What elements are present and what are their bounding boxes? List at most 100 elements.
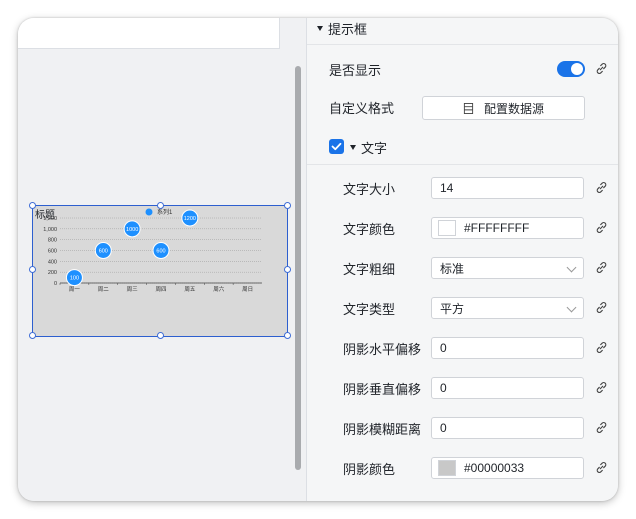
data-label: 100 bbox=[70, 276, 79, 282]
x-tick-label: 周五 bbox=[184, 286, 196, 293]
resize-handle-tr[interactable] bbox=[284, 202, 291, 209]
shadow-y-input[interactable]: 0 bbox=[431, 377, 584, 399]
y-tick-label: 400 bbox=[48, 259, 57, 265]
link-icon[interactable] bbox=[595, 421, 608, 434]
shadow-blur-row: 阴影模糊距离 bbox=[343, 420, 422, 437]
font-color-row: 文字颜色 bbox=[343, 220, 396, 237]
x-tick-label: 周日 bbox=[242, 286, 253, 293]
canvas-scrollbar[interactable] bbox=[295, 66, 301, 470]
color-swatch[interactable] bbox=[438, 460, 456, 476]
font-type-select[interactable]: 平方 bbox=[431, 297, 584, 319]
link-icon[interactable] bbox=[595, 181, 608, 194]
chart-plot-area: 1,200 1,000 800 600 400 200 0 周一 周二 周三 周四 周五 周六 周日 100… bbox=[43, 209, 262, 293]
font-type-label: 文字类型 bbox=[343, 301, 396, 317]
y-tick-label: 200 bbox=[48, 270, 57, 276]
chevron-down-icon bbox=[566, 302, 577, 313]
scatter-chart: 标题 系列1 1,2001,0008006004002000周一 周二 周三 周四 周五… bbox=[35, 208, 262, 293]
resize-handle-bl[interactable] bbox=[29, 332, 36, 339]
chart-widget[interactable]: 标题 系列1 1,200 1,000 800 600 400 200 0 周一 周二 周三 周四 周五… bbox=[29, 202, 291, 339]
y-tick-label: 600 bbox=[48, 249, 57, 255]
link-icon[interactable] bbox=[595, 461, 608, 474]
show-toggle[interactable] bbox=[557, 61, 585, 77]
canvas-top-card[interactable] bbox=[18, 18, 280, 49]
resize-handle-br[interactable] bbox=[284, 332, 291, 339]
font-weight-value: 标准 bbox=[440, 261, 465, 276]
font-type-row: 文字类型 bbox=[343, 300, 396, 317]
y-tick-label: 1,000 bbox=[43, 227, 57, 233]
link-icon[interactable] bbox=[595, 341, 608, 354]
tooltip-section-header[interactable]: 提示框 bbox=[317, 18, 367, 38]
link-icon[interactable] bbox=[595, 301, 608, 314]
canvas-area[interactable]: 标题 系列1 1,200 1,000 800 600 400 200 0 周一 周二 周三 周四 周五… bbox=[18, 18, 306, 501]
x-tick-label: 周一 bbox=[69, 286, 81, 293]
y-tick-label: 800 bbox=[48, 238, 57, 244]
resize-handle-tl[interactable] bbox=[29, 202, 36, 209]
font-weight-select[interactable]: 标准 bbox=[431, 257, 584, 279]
x-tick-label: 周六 bbox=[213, 285, 225, 293]
shadow-x-value: 0 bbox=[440, 341, 447, 355]
configure-datasource-button[interactable]: 配置数据源 bbox=[422, 96, 585, 120]
color-swatch[interactable] bbox=[438, 220, 456, 236]
divider bbox=[307, 164, 618, 165]
shadow-blur-input[interactable]: 0 bbox=[431, 417, 584, 439]
resize-handle-t[interactable] bbox=[157, 202, 164, 209]
data-label: 600 bbox=[99, 249, 108, 255]
legend-label: 系列1 bbox=[157, 208, 173, 216]
resize-handle-l[interactable] bbox=[29, 266, 36, 273]
y-tick-label: 1,200 bbox=[43, 216, 57, 222]
custom-format-row: 自定义格式 bbox=[329, 99, 395, 116]
shadow-blur-value: 0 bbox=[440, 421, 447, 435]
shadow-y-value: 0 bbox=[440, 381, 447, 395]
check-icon bbox=[331, 142, 342, 151]
data-label: 1000 bbox=[126, 227, 138, 233]
text-section-title: 文字 bbox=[361, 140, 388, 156]
link-icon[interactable] bbox=[595, 381, 608, 394]
shadow-color-input[interactable]: #00000033 bbox=[431, 457, 584, 479]
show-label: 是否显示 bbox=[329, 62, 382, 78]
link-icon[interactable] bbox=[595, 221, 608, 234]
font-weight-row: 文字粗细 bbox=[343, 260, 396, 277]
x-tick-label: 周四 bbox=[155, 286, 166, 293]
show-row: 是否显示 bbox=[329, 61, 382, 78]
resize-handle-b[interactable] bbox=[157, 332, 164, 339]
property-panel: 提示框 是否显示 自定义格式 配置数据源 文字 文字大小 14 文字颜色 #FF… bbox=[307, 18, 618, 501]
text-checkbox[interactable] bbox=[329, 139, 344, 154]
x-tick-label: 周三 bbox=[127, 286, 139, 293]
font-size-value: 14 bbox=[440, 181, 454, 195]
chevron-down-icon bbox=[566, 262, 577, 273]
font-color-value: #FFFFFFFF bbox=[464, 221, 530, 235]
custom-format-label: 自定义格式 bbox=[329, 100, 395, 116]
font-size-input[interactable]: 14 bbox=[431, 177, 584, 199]
shadow-color-value: #00000033 bbox=[464, 461, 525, 475]
data-label: 1200 bbox=[184, 216, 196, 222]
table-icon bbox=[463, 102, 474, 114]
caret-down-icon bbox=[317, 25, 323, 31]
shadow-y-row: 阴影垂直偏移 bbox=[343, 380, 422, 397]
font-size-label: 文字大小 bbox=[343, 181, 396, 197]
font-color-input[interactable]: #FFFFFFFF bbox=[431, 217, 584, 239]
shadow-x-row: 阴影水平偏移 bbox=[343, 340, 422, 357]
x-tick-label: 周二 bbox=[98, 286, 110, 293]
y-tick-label: 0 bbox=[54, 281, 57, 287]
shadow-color-row: 阴影颜色 bbox=[343, 460, 395, 477]
font-size-row: 文字大小 bbox=[343, 180, 396, 197]
link-icon[interactable] bbox=[595, 261, 608, 274]
toggle-knob bbox=[571, 63, 583, 75]
divider bbox=[307, 44, 618, 45]
legend-marker bbox=[145, 208, 153, 216]
font-weight-label: 文字粗细 bbox=[343, 261, 396, 277]
caret-down-icon bbox=[350, 144, 356, 150]
shadow-blur-label: 阴影模糊距离 bbox=[343, 421, 422, 437]
font-color-label: 文字颜色 bbox=[343, 221, 396, 237]
data-label: 600 bbox=[156, 249, 165, 255]
shadow-x-input[interactable]: 0 bbox=[431, 337, 584, 359]
resize-handle-r[interactable] bbox=[284, 266, 291, 273]
font-type-value: 平方 bbox=[440, 301, 465, 316]
link-icon[interactable] bbox=[595, 62, 608, 75]
text-section-header[interactable]: 文字 bbox=[350, 139, 388, 156]
shadow-y-label: 阴影垂直偏移 bbox=[343, 381, 422, 397]
app-window: 标题 系列1 1,200 1,000 800 600 400 200 0 周一 周二 周三 周四 周五… bbox=[18, 18, 618, 501]
datasource-button-label: 配置数据源 bbox=[483, 101, 544, 116]
shadow-x-label: 阴影水平偏移 bbox=[343, 341, 422, 357]
section-title: 提示框 bbox=[328, 21, 368, 37]
